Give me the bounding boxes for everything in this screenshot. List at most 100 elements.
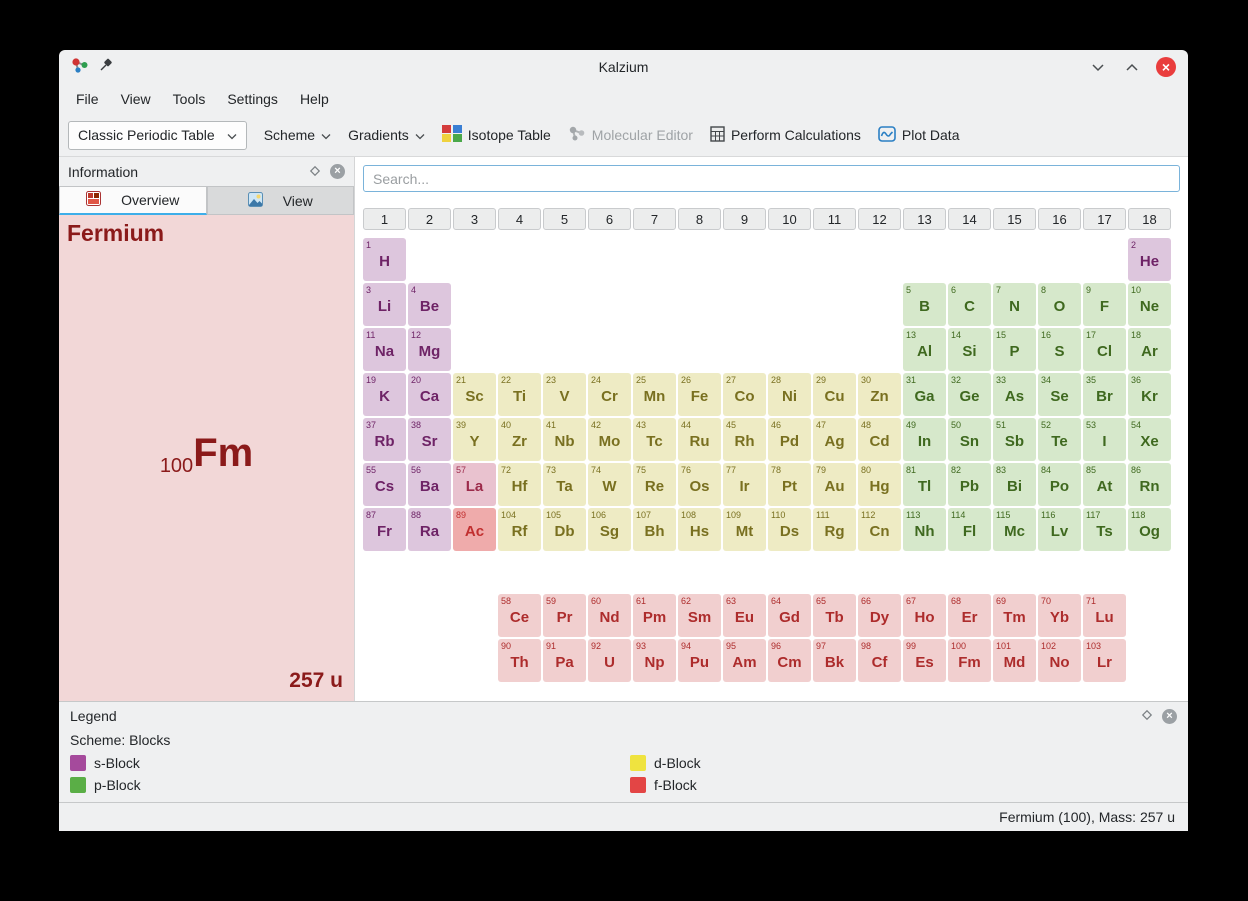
element-Sc[interactable]: 21Sc [453, 373, 496, 416]
element-At[interactable]: 85At [1083, 463, 1126, 506]
element-Ba[interactable]: 56Ba [408, 463, 451, 506]
element-Mg[interactable]: 12Mg [408, 328, 451, 371]
element-F[interactable]: 9F [1083, 283, 1126, 326]
group-header-11[interactable]: 11 [813, 208, 856, 230]
element-Ds[interactable]: 110Ds [768, 508, 811, 551]
element-Sr[interactable]: 38Sr [408, 418, 451, 461]
element-La[interactable]: 57La [453, 463, 496, 506]
element-Cr[interactable]: 24Cr [588, 373, 631, 416]
menu-tools[interactable]: Tools [162, 86, 217, 112]
element-Ir[interactable]: 77Ir [723, 463, 766, 506]
element-Er[interactable]: 68Er [948, 594, 991, 637]
group-header-13[interactable]: 13 [903, 208, 946, 230]
element-Kr[interactable]: 36Kr [1128, 373, 1171, 416]
element-Rb[interactable]: 37Rb [363, 418, 406, 461]
element-Rg[interactable]: 111Rg [813, 508, 856, 551]
element-Lr[interactable]: 103Lr [1083, 639, 1126, 682]
element-Dy[interactable]: 66Dy [858, 594, 901, 637]
element-I[interactable]: 53I [1083, 418, 1126, 461]
close-panel-icon[interactable]: × [1162, 709, 1177, 724]
element-Yb[interactable]: 70Yb [1038, 594, 1081, 637]
group-header-10[interactable]: 10 [768, 208, 811, 230]
scheme-dropdown[interactable]: Scheme [264, 127, 331, 143]
element-Th[interactable]: 90Th [498, 639, 541, 682]
close-button[interactable]: × [1156, 57, 1176, 77]
element-Te[interactable]: 52Te [1038, 418, 1081, 461]
group-header-14[interactable]: 14 [948, 208, 991, 230]
element-Db[interactable]: 105Db [543, 508, 586, 551]
element-Ta[interactable]: 73Ta [543, 463, 586, 506]
element-Cm[interactable]: 96Cm [768, 639, 811, 682]
element-Sb[interactable]: 51Sb [993, 418, 1036, 461]
element-Hf[interactable]: 72Hf [498, 463, 541, 506]
menu-file[interactable]: File [65, 86, 110, 112]
element-Xe[interactable]: 54Xe [1128, 418, 1171, 461]
element-Po[interactable]: 84Po [1038, 463, 1081, 506]
element-Tb[interactable]: 65Tb [813, 594, 856, 637]
element-Br[interactable]: 35Br [1083, 373, 1126, 416]
group-header-9[interactable]: 9 [723, 208, 766, 230]
element-Bi[interactable]: 83Bi [993, 463, 1036, 506]
element-Lu[interactable]: 71Lu [1083, 594, 1126, 637]
element-S[interactable]: 16S [1038, 328, 1081, 371]
float-panel-icon[interactable] [1141, 708, 1153, 724]
element-Pb[interactable]: 82Pb [948, 463, 991, 506]
element-N[interactable]: 7N [993, 283, 1036, 326]
element-No[interactable]: 102No [1038, 639, 1081, 682]
element-Pt[interactable]: 78Pt [768, 463, 811, 506]
element-Ce[interactable]: 58Ce [498, 594, 541, 637]
group-header-17[interactable]: 17 [1083, 208, 1126, 230]
element-O[interactable]: 8O [1038, 283, 1081, 326]
element-As[interactable]: 33As [993, 373, 1036, 416]
element-Fe[interactable]: 26Fe [678, 373, 721, 416]
element-Si[interactable]: 14Si [948, 328, 991, 371]
element-Mn[interactable]: 25Mn [633, 373, 676, 416]
element-Es[interactable]: 99Es [903, 639, 946, 682]
element-Re[interactable]: 75Re [633, 463, 676, 506]
element-Cs[interactable]: 55Cs [363, 463, 406, 506]
element-Ge[interactable]: 32Ge [948, 373, 991, 416]
menu-view[interactable]: View [110, 86, 162, 112]
element-Hs[interactable]: 108Hs [678, 508, 721, 551]
element-Be[interactable]: 4Be [408, 283, 451, 326]
element-Ar[interactable]: 18Ar [1128, 328, 1171, 371]
element-Sg[interactable]: 106Sg [588, 508, 631, 551]
element-Bh[interactable]: 107Bh [633, 508, 676, 551]
element-Ag[interactable]: 47Ag [813, 418, 856, 461]
element-Ho[interactable]: 67Ho [903, 594, 946, 637]
element-Ne[interactable]: 10Ne [1128, 283, 1171, 326]
element-K[interactable]: 19K [363, 373, 406, 416]
element-Gd[interactable]: 64Gd [768, 594, 811, 637]
element-Fl[interactable]: 114Fl [948, 508, 991, 551]
element-Os[interactable]: 76Os [678, 463, 721, 506]
element-Pd[interactable]: 46Pd [768, 418, 811, 461]
element-Fr[interactable]: 87Fr [363, 508, 406, 551]
element-Na[interactable]: 11Na [363, 328, 406, 371]
element-H[interactable]: 1H [363, 238, 406, 281]
element-Ga[interactable]: 31Ga [903, 373, 946, 416]
element-Ca[interactable]: 20Ca [408, 373, 451, 416]
element-Zr[interactable]: 40Zr [498, 418, 541, 461]
element-Li[interactable]: 3Li [363, 283, 406, 326]
element-Sn[interactable]: 50Sn [948, 418, 991, 461]
element-Lv[interactable]: 116Lv [1038, 508, 1081, 551]
isotope-table-button[interactable]: Isotope Table [442, 125, 551, 145]
element-Pr[interactable]: 59Pr [543, 594, 586, 637]
element-Zn[interactable]: 30Zn [858, 373, 901, 416]
element-Sm[interactable]: 62Sm [678, 594, 721, 637]
element-Mo[interactable]: 42Mo [588, 418, 631, 461]
group-header-18[interactable]: 18 [1128, 208, 1171, 230]
element-Eu[interactable]: 63Eu [723, 594, 766, 637]
table-type-select[interactable]: Classic Periodic Table [68, 121, 247, 150]
element-Cd[interactable]: 48Cd [858, 418, 901, 461]
element-Y[interactable]: 39Y [453, 418, 496, 461]
element-He[interactable]: 2He [1128, 238, 1171, 281]
titlebar[interactable]: Kalzium × [59, 50, 1188, 84]
element-Nb[interactable]: 41Nb [543, 418, 586, 461]
element-Tc[interactable]: 43Tc [633, 418, 676, 461]
group-header-7[interactable]: 7 [633, 208, 676, 230]
element-Cu[interactable]: 29Cu [813, 373, 856, 416]
element-Fm[interactable]: 100Fm [948, 639, 991, 682]
group-header-8[interactable]: 8 [678, 208, 721, 230]
element-U[interactable]: 92U [588, 639, 631, 682]
